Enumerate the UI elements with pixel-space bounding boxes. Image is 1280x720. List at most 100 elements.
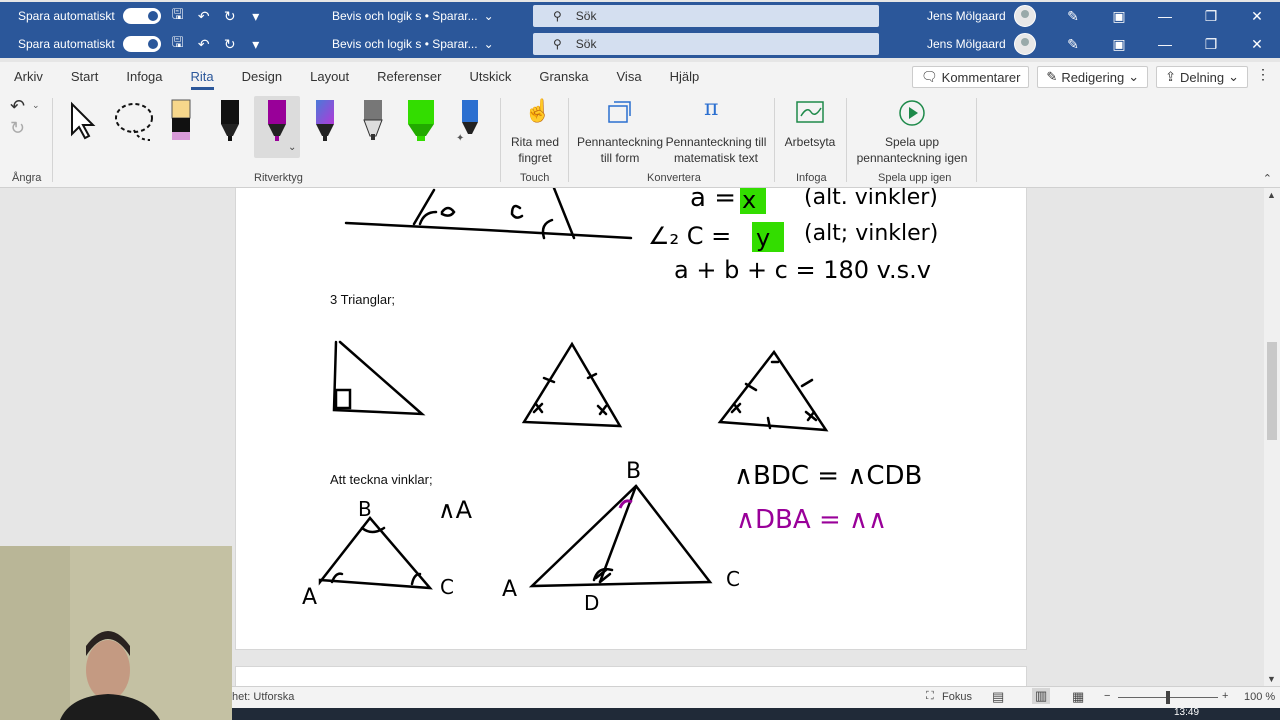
autosave-label: Spara automatiskt [18, 9, 115, 23]
redo-icon[interactable]: ↻ [221, 36, 239, 53]
ink-replay-button[interactable]: Spela upp pennanteckning igen [850, 96, 974, 166]
action-pen-icon[interactable]: ✦ [456, 98, 482, 142]
divider [52, 98, 53, 182]
tab-hjalp[interactable]: Hjälp [656, 62, 714, 92]
focus-icon[interactable]: ⛶ [926, 690, 934, 703]
select-icon[interactable] [66, 100, 102, 142]
svg-text:∧BDC = ∧CDB: ∧BDC = ∧CDB [734, 461, 922, 491]
search-placeholder: Sök [575, 37, 597, 51]
search-box[interactable]: ⚲ Sök [533, 5, 879, 27]
tab-start[interactable]: Start [57, 62, 112, 92]
taskbar-clock: 13:49 [1174, 707, 1200, 718]
save-icon[interactable]: 🖫 [169, 32, 187, 56]
autosave-toggle[interactable] [122, 8, 161, 24]
scrollbar-thumb[interactable] [1267, 342, 1277, 440]
ribbon-display-icon[interactable]: ▣ [1096, 36, 1142, 53]
tab-granska[interactable]: Granska [525, 62, 602, 92]
document-page[interactable]: a = x (alt. vinkler) ∠₂ C = y (alt; vink… [235, 188, 1027, 650]
undo-icon[interactable]: ↶ [195, 8, 213, 25]
zoom-slider-thumb[interactable] [1166, 691, 1170, 704]
title-bar-duplicate: Spara automatiskt 🖫 ↶ ↻ ▾ Bevis och logi… [0, 30, 1280, 58]
editing-button[interactable]: ✎ Redigering ⌄ [1037, 66, 1149, 88]
comments-label: Kommentarer [941, 69, 1021, 85]
user-account[interactable]: Jens Mölgaard [927, 33, 1036, 55]
draw-with-touch-button[interactable]: ☝ Rita med fingret [508, 96, 562, 166]
tab-design[interactable]: Design [228, 62, 296, 92]
pen-galaxy-icon[interactable] [314, 98, 336, 142]
restore-icon[interactable]: ❐ [1188, 36, 1234, 53]
avatar[interactable] [1013, 33, 1036, 55]
customize-dropdown-icon[interactable]: ▾ [247, 36, 265, 53]
more-options-icon[interactable]: ⋮ [1256, 66, 1270, 88]
pencil-gray-icon[interactable] [362, 98, 384, 142]
share-button[interactable]: ⇪ Delning ⌄ [1156, 66, 1248, 88]
print-layout-icon[interactable]: ▥ [1032, 688, 1051, 704]
tab-rita[interactable]: Rita [177, 62, 228, 92]
pen-icon[interactable]: ✎ [1050, 36, 1096, 53]
avatar[interactable] [1013, 5, 1036, 27]
minimize-icon[interactable]: — [1142, 8, 1188, 25]
customize-dropdown-icon[interactable]: ▾ [247, 8, 265, 25]
editing-label: Redigering [1061, 69, 1125, 85]
tab-referenser[interactable]: Referenser [363, 62, 455, 92]
tab-arkiv[interactable]: Arkiv [0, 62, 57, 92]
user-account[interactable]: Jens Mölgaard [927, 5, 1036, 27]
chevron-down-icon: ⌄ [483, 9, 494, 23]
touch-label-1: Rita med [510, 135, 560, 149]
undo-group-label: Ångra [12, 172, 42, 184]
focus-label[interactable]: Fokus [942, 691, 972, 703]
close-icon[interactable]: ✕ [1234, 36, 1280, 53]
tab-infoga[interactable]: Infoga [112, 62, 176, 92]
replay-group-label: Spela upp igen [878, 172, 952, 184]
undo-icon[interactable]: ↶ [10, 96, 25, 117]
pen-magenta-icon[interactable] [266, 98, 288, 142]
scroll-up-icon[interactable]: ▲ [1267, 190, 1276, 200]
user-name: Jens Mölgaard [927, 37, 1006, 51]
zoom-out-icon[interactable]: − [1104, 690, 1110, 702]
read-mode-icon[interactable]: ▤ [992, 689, 1004, 705]
ink-to-math-button[interactable]: π Pennanteckning till matematisk text [664, 96, 768, 166]
tab-layout[interactable]: Layout [296, 62, 363, 92]
document-title[interactable]: Bevis och logik s • Sparar... ⌄ [332, 37, 494, 51]
undo-icon[interactable]: ↶ [195, 36, 213, 53]
svg-text:(alt; vinkler): (alt; vinkler) [804, 221, 938, 246]
search-placeholder: Sök [575, 9, 597, 23]
pen-icon[interactable]: ✎ [1050, 8, 1096, 25]
highlighter-green-icon[interactable] [406, 98, 436, 142]
vertical-scrollbar[interactable]: ▲ ▼ [1264, 188, 1280, 686]
autosave-toggle[interactable] [122, 36, 161, 52]
ink-to-shape-label-1: Pennanteckning [576, 135, 664, 149]
chevron-down-icon[interactable]: ⌄ [288, 142, 296, 153]
close-icon[interactable]: ✕ [1234, 8, 1280, 25]
search-box[interactable]: ⚲ Sök [533, 33, 879, 55]
scroll-down-icon[interactable]: ▼ [1267, 674, 1276, 684]
redo-icon[interactable]: ↻ [221, 8, 239, 25]
save-icon[interactable]: 🖫 [169, 4, 187, 28]
ink-to-math-label-2: matematisk text [673, 151, 759, 165]
share-label: Delning [1180, 69, 1225, 85]
eraser-icon[interactable] [170, 98, 192, 142]
ribbon-display-icon[interactable]: ▣ [1096, 8, 1142, 25]
svg-text:y: y [756, 224, 770, 252]
web-layout-icon[interactable]: ▦ [1072, 689, 1084, 705]
ribbon-tabs: Arkiv Start Infoga Rita Design Layout Re… [0, 62, 1280, 92]
restore-icon[interactable]: ❐ [1188, 8, 1234, 25]
pen-black-icon[interactable] [219, 98, 241, 142]
tab-visa[interactable]: Visa [603, 62, 656, 92]
collapse-ribbon-icon[interactable]: ⌃ [1263, 172, 1272, 185]
chevron-down-icon[interactable]: ⌄ [32, 100, 40, 111]
zoom-level[interactable]: 100 % [1244, 691, 1275, 703]
webcam-overlay [0, 546, 232, 720]
zoom-in-icon[interactable]: + [1222, 690, 1228, 702]
drawing-canvas-button[interactable]: Arbetsyta [780, 96, 840, 166]
document-title[interactable]: Bevis och logik s • Sparar... ⌄ [332, 9, 494, 23]
minimize-icon[interactable]: — [1142, 36, 1188, 53]
ink-to-shape-button[interactable]: Pennanteckning till form [576, 96, 664, 166]
ink-replay-label-1: Spela upp [884, 135, 940, 149]
lasso-select-icon[interactable] [112, 100, 160, 144]
tab-utskick[interactable]: Utskick [455, 62, 525, 92]
redo-icon[interactable]: ↻ [10, 118, 25, 139]
drawing-canvas-label: Arbetsyta [784, 135, 836, 149]
comments-button[interactable]: 🗨 Kommentarer [912, 66, 1030, 88]
svg-text:A: A [302, 585, 317, 610]
